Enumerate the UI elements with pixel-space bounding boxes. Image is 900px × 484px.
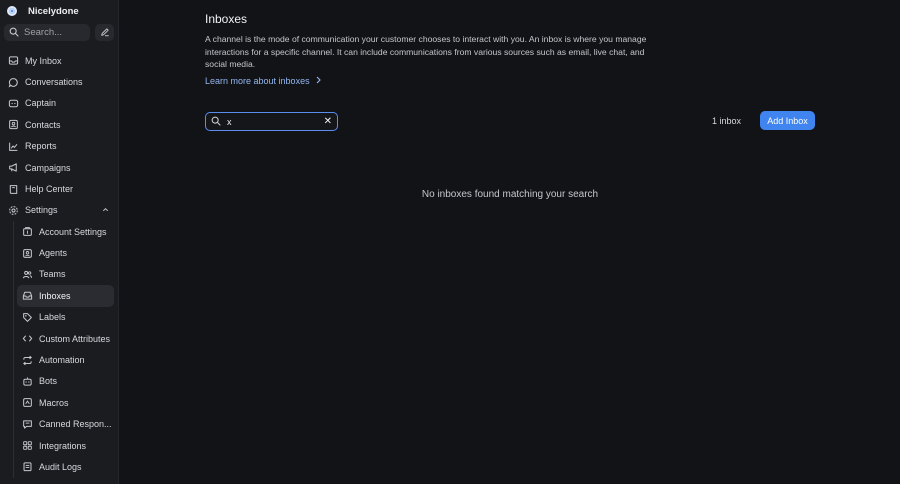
learn-more-link[interactable]: Learn more about inboxes [205,76,322,86]
captain-icon [8,98,19,109]
megaphone-icon [8,162,19,173]
settings-item-label: Automation [39,355,85,366]
compose-button[interactable] [95,24,114,41]
nav-item-help-center[interactable]: Help Center [4,178,114,199]
account-name: Nicelydone [28,5,79,17]
settings-item-custom-attributes[interactable]: Custom Attributes [17,328,114,349]
nav-item-label: Captain [25,98,57,109]
nav-item-label: My Inbox [25,55,62,66]
inbox-count: 1 inbox [712,116,742,126]
message-square-icon [22,419,33,430]
search-icon [211,113,221,131]
settings-item-inboxes[interactable]: Inboxes [17,285,114,307]
primary-nav: My Inbox Conversations Captain Contacts … [4,50,114,221]
nav-item-contacts[interactable]: Contacts [4,114,114,135]
empty-state-message: No inboxes found matching your search [421,189,599,200]
apps-icon [22,440,33,451]
users-icon [22,269,33,280]
settings-item-integrations[interactable]: Integrations [17,435,114,456]
settings-item-bots[interactable]: Bots [17,371,114,392]
sidebar-search-button[interactable]: Search... [4,24,90,41]
account-switcher[interactable]: Nicelydone [7,4,79,18]
tag-icon [22,312,33,323]
sidebar-search-label: Search... [24,27,63,38]
settings-item-label: Account Settings [39,226,107,237]
agent-icon [22,248,33,259]
nav-item-label: Reports [25,141,57,152]
learn-more-label: Learn more about inboxes [205,76,310,86]
book-icon [8,184,19,195]
settings-item-labels[interactable]: Labels [17,307,114,328]
nav-item-label: Contacts [25,119,61,130]
settings-item-label: Macros [39,397,69,408]
gear-icon [8,205,19,216]
chevron-up-icon [102,205,109,215]
settings-item-automation[interactable]: Automation [17,349,114,370]
nav-item-conversations[interactable]: Conversations [4,71,114,92]
settings-item-label: Inboxes [39,290,71,301]
nav-item-label: Conversations [25,77,83,88]
nav-item-captain[interactable]: Captain [4,93,114,114]
sidebar: Nicelydone Search... My Inbox Conversati… [0,0,119,484]
pencil-icon [100,24,110,42]
settings-item-label: Integrations [39,440,87,451]
search-icon [9,24,19,42]
account-logo-icon [7,6,17,16]
inbox-search-input[interactable] [227,116,318,127]
code-icon [22,333,33,344]
nav-item-my-inbox[interactable]: My Inbox [4,50,114,71]
settings-item-teams[interactable]: Teams [17,264,114,285]
chevron-right-icon [315,76,322,86]
macro-icon [22,397,33,408]
settings-item-canned-responses[interactable]: Canned Respon... [17,414,114,435]
settings-item-label: Teams [39,269,66,280]
clipboard-list-icon [22,461,33,472]
inbox-search-field[interactable]: ✕ [205,112,338,131]
repeat-icon [22,355,33,366]
nav-item-label: Settings [25,205,58,216]
chat-bubble-icon [8,77,19,88]
nav-item-label: Campaigns [25,162,71,173]
settings-item-label: Bots [39,376,58,387]
settings-item-audit-logs[interactable]: Audit Logs [17,456,114,477]
nav-item-settings[interactable]: Settings [4,200,114,221]
nav-item-label: Help Center [25,184,74,195]
page-title: Inboxes [205,12,248,26]
nav-item-campaigns[interactable]: Campaigns [4,157,114,178]
bot-icon [22,376,33,387]
inbox-icon [8,55,19,66]
settings-item-label: Custom Attributes [39,333,111,344]
contacts-icon [8,119,19,130]
inbox-tray-icon [22,290,33,301]
settings-item-label: Agents [39,248,68,259]
settings-item-account-settings[interactable]: Account Settings [17,221,114,242]
settings-item-agents[interactable]: Agents [17,242,114,263]
settings-item-label: Canned Respon... [39,419,112,430]
settings-item-label: Audit Logs [39,461,82,472]
clear-search-icon[interactable]: ✕ [324,116,332,127]
page-description: A channel is the mode of communication y… [205,34,647,70]
settings-subnav: Account Settings Agents Teams Inboxes La… [13,221,114,478]
settings-item-macros[interactable]: Macros [17,392,114,413]
add-inbox-button[interactable]: Add Inbox [760,111,815,130]
building-icon [22,226,33,237]
nav-item-reports[interactable]: Reports [4,136,114,157]
chart-line-icon [8,141,19,152]
settings-item-label: Labels [39,312,66,323]
